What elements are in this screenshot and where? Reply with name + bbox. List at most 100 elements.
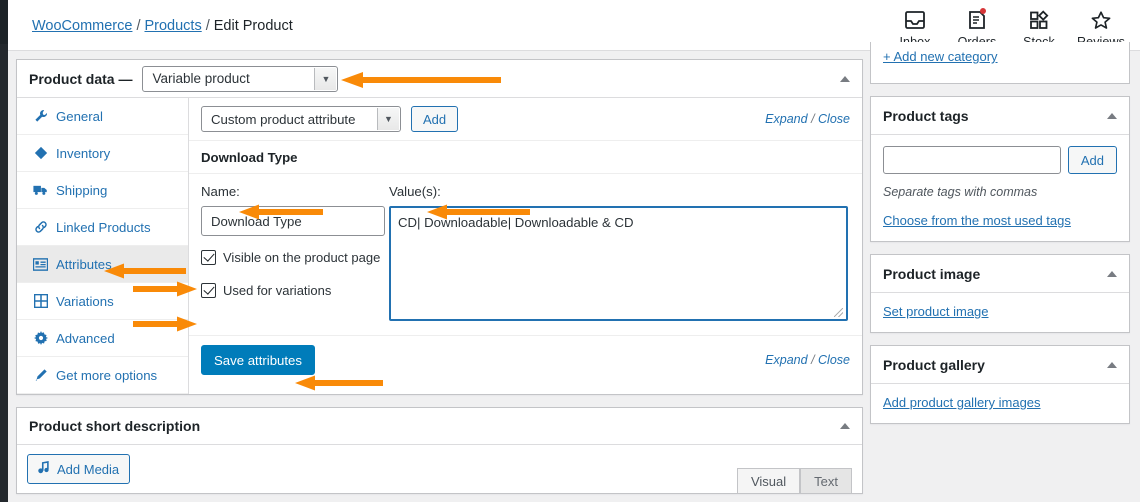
- tab-text[interactable]: Text: [800, 468, 852, 493]
- tab-label-get-more-options: Get more options: [56, 367, 158, 383]
- panel-collapse-caret-icon[interactable]: [840, 75, 850, 82]
- attribute-name-input[interactable]: Download Type: [201, 206, 385, 236]
- product-gallery-header: Product gallery: [871, 346, 1129, 384]
- main-column: Product data — Variable product ▼ Genera…: [16, 59, 863, 494]
- tab-label-linked-products: Linked Products: [56, 219, 151, 235]
- sidebar-item-attributes[interactable]: Attributes: [17, 246, 188, 283]
- product-type-value: Variable product: [152, 71, 250, 86]
- textarea-resize-handle[interactable]: [834, 308, 843, 317]
- product-image-body: Set product image: [871, 293, 1129, 332]
- product-tags-header: Product tags: [871, 97, 1129, 135]
- expand-close-separator-top: /: [811, 112, 815, 126]
- add-media-label: Add Media: [57, 461, 120, 477]
- product-tags-title: Product tags: [883, 107, 969, 124]
- save-attributes-button[interactable]: Save attributes: [201, 345, 315, 375]
- add-tag-button[interactable]: Add: [1067, 146, 1117, 174]
- tab-label-variations: Variations: [56, 293, 114, 309]
- expand-close-top: Expand / Close: [765, 112, 850, 126]
- breadcrumb-products[interactable]: Products: [144, 18, 201, 34]
- inbox-icon: [904, 7, 926, 33]
- add-tag-label: Add: [1080, 152, 1104, 168]
- tab-label-advanced: Advanced: [56, 330, 115, 346]
- add-new-category-link[interactable]: + Add new category: [883, 49, 998, 64]
- admin-bar-rail: [0, 0, 8, 44]
- attribute-name-column: Name: Download Type Visible on the produ…: [201, 184, 389, 321]
- panel-collapse-caret-icon[interactable]: [1107, 361, 1117, 368]
- short-description-body: Add Media Visual Text: [17, 445, 862, 493]
- chevron-down-icon: ▼: [377, 108, 399, 130]
- right-sidebar: + Add new category Product tags Add Sepa…: [870, 42, 1130, 436]
- editor-mode-tabs: Visual Text: [736, 468, 852, 493]
- tab-label-inventory: Inventory: [56, 145, 111, 161]
- short-description-title: Product short description: [29, 418, 201, 434]
- breadcrumb-woocommerce[interactable]: WooCommerce: [32, 18, 132, 34]
- attributes-save-bar: Save attributes Expand / Close: [189, 335, 862, 384]
- panel-collapse-caret-icon[interactable]: [840, 423, 850, 429]
- expand-close-separator-bottom: /: [811, 353, 815, 367]
- sidebar-item-get-more-options[interactable]: Get more options: [17, 357, 188, 394]
- visible-checkbox[interactable]: [201, 250, 216, 265]
- attribute-values-textarea[interactable]: CD| Downloadable| Downloadable & CD: [389, 206, 848, 321]
- product-categories-panel: + Add new category: [870, 42, 1130, 84]
- product-image-panel: Product image Set product image: [870, 254, 1130, 333]
- sidebar-item-variations[interactable]: Variations: [17, 283, 188, 320]
- product-tags-body: Add Separate tags with commas Choose fro…: [871, 135, 1129, 241]
- product-data-body: General Inventory Shipping Linked Produc…: [17, 98, 862, 394]
- breadcrumb: WooCommerce / Products / Edit Product: [32, 18, 293, 34]
- tag-input[interactable]: [883, 146, 1061, 174]
- tab-visual[interactable]: Visual: [736, 468, 801, 493]
- product-tags-panel: Product tags Add Separate tags with comm…: [870, 96, 1130, 242]
- stock-icon: [1028, 7, 1050, 33]
- visible-checkbox-label: Visible on the product page: [223, 250, 381, 265]
- tab-label-general: General: [56, 108, 103, 124]
- product-type-select[interactable]: Variable product ▼: [142, 65, 339, 92]
- attribute-checkboxes: Visible on the product page Used for var…: [201, 250, 389, 298]
- attribute-heading-label: Download Type: [201, 149, 298, 165]
- add-media-button[interactable]: Add Media: [27, 454, 131, 484]
- page-content: Product data — Variable product ▼ Genera…: [8, 42, 1140, 502]
- media-icon: [36, 460, 51, 478]
- attribute-row-heading: Download Type: [189, 141, 862, 174]
- sidebar-item-general[interactable]: General: [17, 98, 188, 135]
- product-image-title: Product image: [883, 265, 981, 282]
- tags-hint: Separate tags with commas: [883, 185, 1038, 199]
- sidebar-item-linked-products[interactable]: Linked Products: [17, 209, 188, 246]
- most-used-tags-link[interactable]: Choose from the most used tags: [883, 213, 1071, 228]
- sidebar-item-advanced[interactable]: Advanced: [17, 320, 188, 357]
- add-attribute-button[interactable]: Add: [411, 106, 459, 132]
- close-link-bottom[interactable]: Close: [818, 353, 850, 367]
- expand-link-top[interactable]: Expand: [765, 112, 807, 126]
- add-gallery-images-link[interactable]: Add product gallery images: [883, 395, 1041, 410]
- set-product-image-link[interactable]: Set product image: [883, 304, 989, 319]
- sidebar-item-shipping[interactable]: Shipping: [17, 172, 188, 209]
- list-icon: [31, 257, 50, 271]
- add-attribute-label: Add: [423, 111, 447, 127]
- name-label: Name:: [201, 184, 240, 199]
- product-image-header: Product image: [871, 255, 1129, 293]
- breadcrumb-separator-2: /: [205, 18, 210, 34]
- box-icon: [31, 146, 50, 160]
- tab-visual-label: Visual: [750, 473, 787, 489]
- used-for-variations-row[interactable]: Used for variations: [201, 283, 389, 298]
- panel-collapse-caret-icon[interactable]: [1107, 112, 1117, 119]
- visible-on-product-page-row[interactable]: Visible on the product page: [201, 250, 389, 265]
- tab-label-shipping: Shipping: [56, 182, 108, 198]
- wrench-icon: [31, 109, 50, 123]
- close-link-top[interactable]: Close: [818, 112, 850, 126]
- orders-badge-dot: [980, 8, 986, 14]
- attribute-type-select[interactable]: Custom product attribute ▼: [201, 106, 401, 132]
- attributes-panel: Custom product attribute ▼ Add Expand / …: [189, 98, 862, 394]
- short-description-panel: Product short description Add Media Visu…: [16, 407, 863, 494]
- variations-checkbox[interactable]: [201, 283, 216, 298]
- link-icon: [31, 220, 50, 234]
- panel-collapse-caret-icon[interactable]: [1107, 270, 1117, 277]
- product-data-title: Product data —: [29, 70, 133, 87]
- expand-close-bottom: Expand / Close: [765, 353, 850, 367]
- attribute-fields: Name: Download Type Visible on the produ…: [189, 174, 862, 335]
- expand-link-bottom[interactable]: Expand: [765, 353, 807, 367]
- save-attributes-label: Save attributes: [214, 352, 302, 368]
- product-data-panel: Product data — Variable product ▼ Genera…: [16, 59, 863, 395]
- product-data-header: Product data — Variable product ▼: [17, 60, 862, 98]
- grid-icon: [31, 294, 50, 308]
- sidebar-item-inventory[interactable]: Inventory: [17, 135, 188, 172]
